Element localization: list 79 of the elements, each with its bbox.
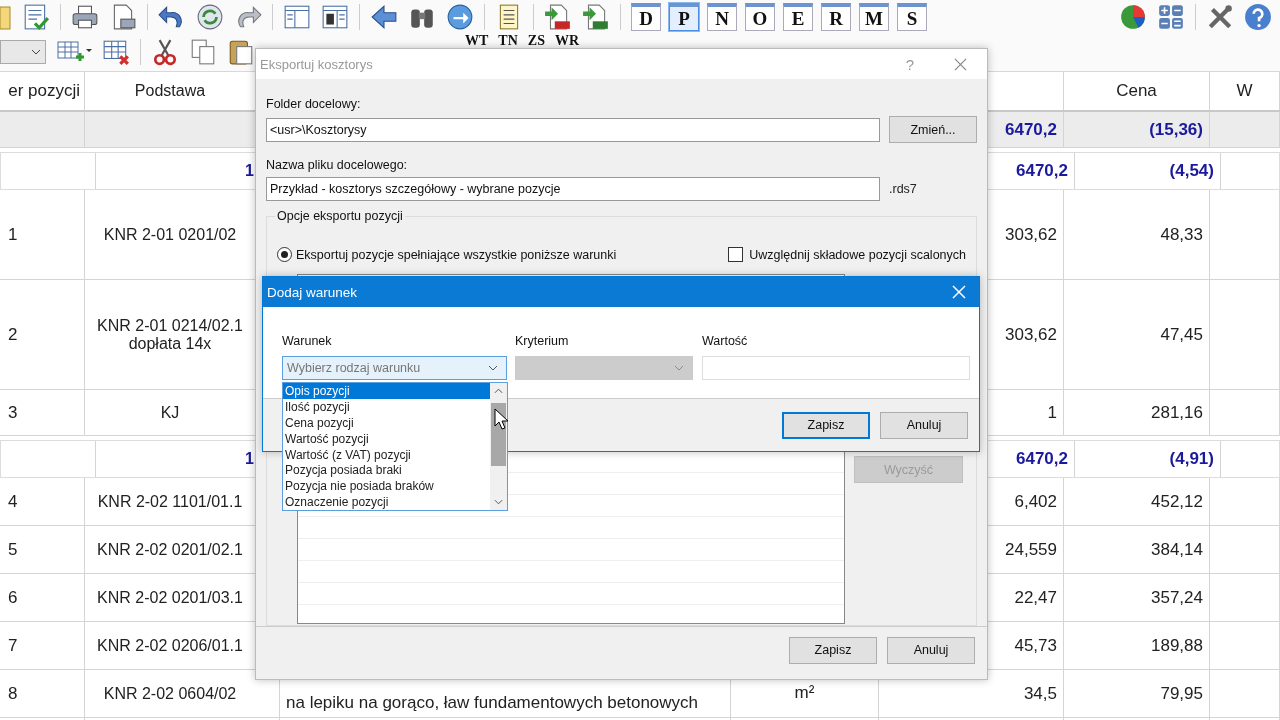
caret-icon bbox=[31, 49, 41, 55]
radio-button[interactable] bbox=[277, 247, 292, 262]
scissors-icon[interactable] bbox=[151, 38, 179, 66]
letter-button[interactable]: P bbox=[669, 3, 699, 31]
cancel-button[interactable]: Anuluj bbox=[887, 636, 975, 664]
table-cell: 47,45 bbox=[1064, 280, 1210, 389]
column-header: W bbox=[1210, 72, 1280, 110]
table-cell: 189,88 bbox=[1064, 622, 1210, 669]
refresh-icon[interactable] bbox=[196, 3, 224, 31]
dropdown-option[interactable]: Opis pozycji bbox=[283, 383, 490, 399]
table-cell: 3 bbox=[0, 390, 85, 435]
table-cell: 281,16 bbox=[1064, 390, 1210, 435]
paste-icon[interactable] bbox=[227, 38, 255, 66]
letter-button[interactable]: R bbox=[821, 3, 851, 31]
table-cell: 452,12 bbox=[1064, 478, 1210, 525]
table-cell: 1 bbox=[0, 190, 85, 279]
forward-circle-icon[interactable] bbox=[446, 3, 474, 31]
table-cell: 384,14 bbox=[1064, 526, 1210, 573]
dropdown-option[interactable]: Cena pozycji bbox=[283, 414, 490, 431]
caret-icon bbox=[488, 365, 498, 371]
dropdown-option[interactable]: Pozycja nie posiada braków bbox=[283, 478, 490, 495]
table-cell: (15,36) bbox=[1064, 112, 1210, 147]
column-header: er pozycji bbox=[0, 72, 85, 110]
table-cell: 6 bbox=[0, 574, 85, 621]
delete-table-icon[interactable] bbox=[102, 38, 130, 66]
save-button[interactable]: Zapisz bbox=[782, 411, 870, 439]
caret-icon bbox=[674, 365, 684, 371]
panel-icon[interactable] bbox=[321, 3, 349, 31]
table-cell: 7 bbox=[0, 622, 85, 669]
tools-icon[interactable] bbox=[1206, 3, 1234, 31]
column-header: Cena bbox=[1064, 72, 1210, 110]
letter-button[interactable]: M bbox=[859, 3, 889, 31]
scrollbar[interactable] bbox=[490, 383, 507, 510]
calculator-icon[interactable] bbox=[1157, 3, 1185, 31]
table-cell: 79,95 bbox=[1064, 670, 1210, 717]
pie-chart-icon[interactable] bbox=[1119, 3, 1147, 31]
letter-button[interactable]: E bbox=[783, 3, 813, 31]
dialog-title: Eksportuj kosztorys bbox=[260, 56, 373, 72]
checklist-icon[interactable] bbox=[22, 3, 50, 31]
table-cell: 48,33 bbox=[1064, 190, 1210, 279]
table-cell: 2 bbox=[0, 280, 85, 389]
save-button[interactable]: Zapisz bbox=[789, 636, 877, 664]
field-label: Kryterium bbox=[515, 334, 570, 348]
group-title: Opcje eksportu pozycji bbox=[275, 209, 405, 223]
toolbar-text-button[interactable]: WT bbox=[465, 35, 489, 47]
help-icon[interactable] bbox=[1244, 3, 1272, 31]
table-cell: (4,91) bbox=[1075, 441, 1221, 477]
scroll-up-icon[interactable] bbox=[494, 388, 503, 394]
file-name-field[interactable]: Przykład - kosztorys szczegółowy - wybrane pozycje bbox=[266, 177, 880, 201]
printer-icon[interactable] bbox=[71, 3, 99, 31]
spreadsheet-export-icon[interactable] bbox=[582, 3, 610, 31]
letter-button[interactable]: O bbox=[745, 3, 775, 31]
value-field[interactable] bbox=[702, 356, 970, 380]
scroll-down-icon[interactable] bbox=[494, 499, 503, 505]
toolbar-text-button[interactable]: WR bbox=[554, 35, 580, 47]
checkbox[interactable] bbox=[728, 247, 744, 262]
letter-button[interactable]: S bbox=[897, 3, 927, 31]
table-cell: 5 bbox=[0, 526, 85, 573]
toolbar-text-button[interactable]: ZS bbox=[527, 35, 545, 47]
toolbar-text-button[interactable]: TN bbox=[498, 35, 518, 47]
folder-field[interactable]: <usr>\Kosztorysy bbox=[266, 117, 880, 142]
table-cell: 4 bbox=[0, 478, 85, 525]
left-arrow-icon[interactable] bbox=[370, 3, 398, 31]
table-cell: 357,24 bbox=[1064, 574, 1210, 621]
radio-label: Eksportuj pozycje spełniające wszystkie poniższe warunki bbox=[296, 247, 617, 262]
field-label: Warunek bbox=[282, 334, 333, 348]
table-cell: (4,54) bbox=[1075, 153, 1221, 189]
dropdown-option[interactable]: Oznaczenie pozycji bbox=[283, 494, 490, 511]
close-icon[interactable] bbox=[954, 57, 967, 71]
dropdown-option[interactable]: Ilość pozycji bbox=[283, 398, 490, 415]
change-button[interactable]: Zmień... bbox=[889, 116, 977, 143]
cancel-button[interactable]: Anuluj bbox=[880, 411, 968, 439]
letter-button[interactable]: N bbox=[707, 3, 737, 31]
condition-dropdown[interactable]: Wybierz rodzaj warunku bbox=[282, 356, 507, 380]
field-label: Wartość bbox=[702, 334, 749, 348]
copy-icon[interactable] bbox=[189, 38, 217, 66]
table-cell: 8 bbox=[0, 670, 85, 717]
pdf-export-icon[interactable] bbox=[544, 3, 572, 31]
letter-button[interactable]: D bbox=[631, 3, 661, 31]
